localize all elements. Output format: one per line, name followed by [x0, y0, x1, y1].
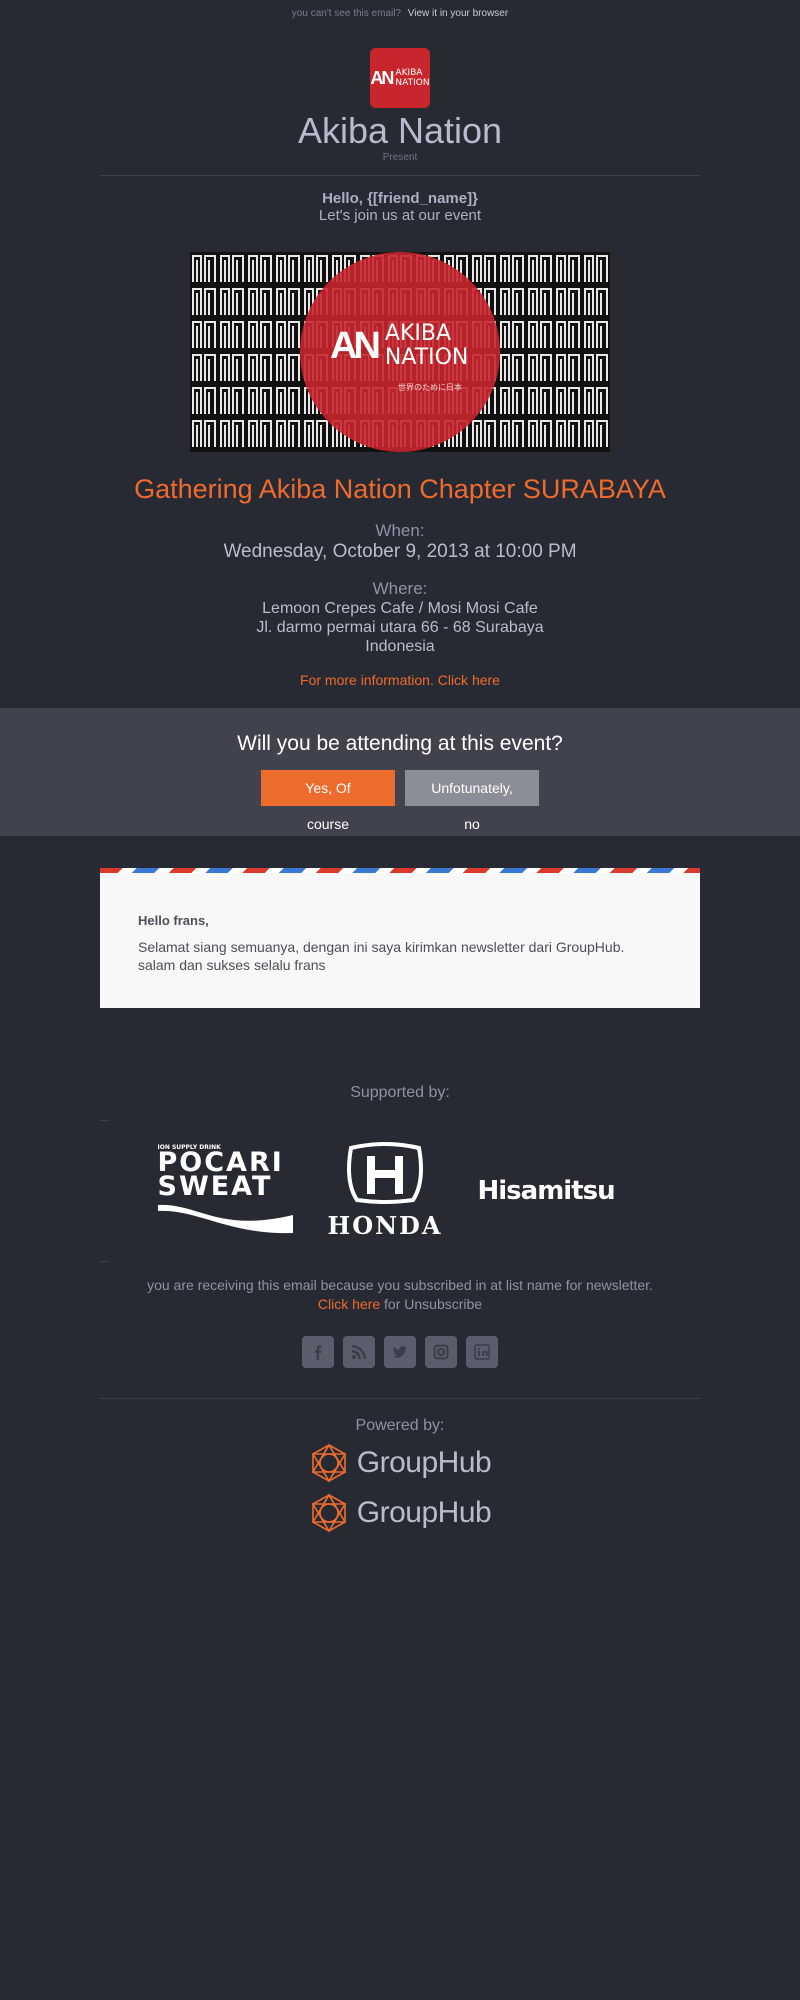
cant-see-text: you can't see this email?: [291, 8, 401, 19]
short-divider-2: [100, 1261, 110, 1262]
supported-by-label: Supported by:: [350, 1084, 450, 1101]
grouphub-name: GroupHub: [356, 1446, 492, 1479]
banner-line2: NATION: [384, 345, 469, 370]
banner-tagline: 世界のために日本: [398, 383, 462, 392]
grouphub-name-2: GroupHub: [356, 1496, 492, 1529]
notice-text: you are receiving this email because you…: [147, 1277, 653, 1293]
rsvp-panel: Will you be attending at this event? Yes…: [0, 708, 800, 836]
banner-mark: AN: [330, 324, 381, 367]
pocari-wave: [157, 1204, 293, 1233]
top-notice: you can't see this email? View it in you…: [0, 0, 800, 28]
greeting-invite: Let's join us at our event: [318, 207, 482, 224]
rsvp-question: Will you be attending at this event?: [237, 732, 563, 755]
logo-text-line2: NATION: [395, 78, 430, 88]
when-label: When:: [375, 521, 425, 540]
divider: [100, 175, 700, 176]
unsubscribe-suffix: for Unsubscribe: [380, 1296, 483, 1312]
event-title: Gathering Akiba Nation Chapter SURABAYA: [134, 474, 666, 504]
where-line2: Jl. darmo permai utara 66 - 68 Surabaya: [256, 619, 544, 636]
brand-name: Akiba Nation: [297, 110, 503, 151]
when-value: Wednesday, October 9, 2013 at 10:00 PM: [223, 541, 577, 562]
powered-by-label: Powered by:: [355, 1417, 445, 1434]
akiba-logo: AN AKIBA NATION: [370, 48, 430, 108]
unsubscribe-link[interactable]: Click here: [318, 1296, 380, 1312]
twitter-icon[interactable]: [384, 1336, 416, 1368]
letter-message: Selamat siang semuanya, dengan ini saya …: [138, 939, 625, 973]
honda-logo: HONDA: [313, 1142, 458, 1240]
grouphub-icon: [311, 1443, 347, 1483]
where-line1: Lemoon Crepes Cafe / Mosi Mosi Cafe: [262, 600, 538, 617]
pocari-line2: SWEAT: [157, 1170, 273, 1202]
letter-salutation: Hello frans,: [138, 913, 209, 928]
logo-mark: AN: [370, 67, 394, 88]
sponsor-logos: ION SUPPLY DRINK POCARI SWEAT HONDA Hisa…: [0, 1131, 800, 1251]
grouphub-icon: [311, 1493, 347, 1533]
event-banner: AN AKIBA NATION 世界のために日本: [190, 252, 610, 452]
honda-h-icon: [347, 1142, 423, 1204]
social-links: [0, 1336, 800, 1368]
grouphub-logo-2: GroupHub: [0, 1491, 800, 1535]
rsvp-yes-button[interactable]: Yes, Of course: [261, 770, 395, 832]
short-divider: [100, 1120, 110, 1121]
instagram-icon[interactable]: [425, 1336, 457, 1368]
subscription-notice: you are receiving this email because you…: [0, 1276, 800, 1314]
facebook-icon[interactable]: [302, 1336, 334, 1368]
more-info-link[interactable]: For more information. Click here: [0, 672, 800, 688]
hisamitsu-logo: Hisamitsu: [477, 1176, 616, 1206]
linkedin-icon[interactable]: [466, 1336, 498, 1368]
honda-wordmark: HONDA: [327, 1211, 443, 1240]
rss-icon[interactable]: [343, 1336, 375, 1368]
where-label: Where:: [372, 579, 428, 598]
where-line3: Indonesia: [365, 638, 435, 655]
footer-divider: [100, 1398, 700, 1399]
logo-text-line1: AKIBA: [395, 68, 423, 78]
pocari-sweat-logo: ION SUPPLY DRINK POCARI SWEAT: [157, 1144, 293, 1239]
grouphub-logo: GroupHub: [0, 1441, 800, 1485]
greeting-hello: Hello, {[friend_name]}: [322, 190, 478, 207]
rsvp-no-button[interactable]: Unfotunately, no: [405, 770, 539, 832]
present-label: Present: [382, 152, 418, 163]
view-in-browser-link[interactable]: View it in your browser: [408, 8, 508, 19]
newsletter-letter: Hello frans, Selamat siang semuanya, den…: [100, 868, 700, 1008]
banner-line1: AKIBA: [384, 321, 451, 346]
